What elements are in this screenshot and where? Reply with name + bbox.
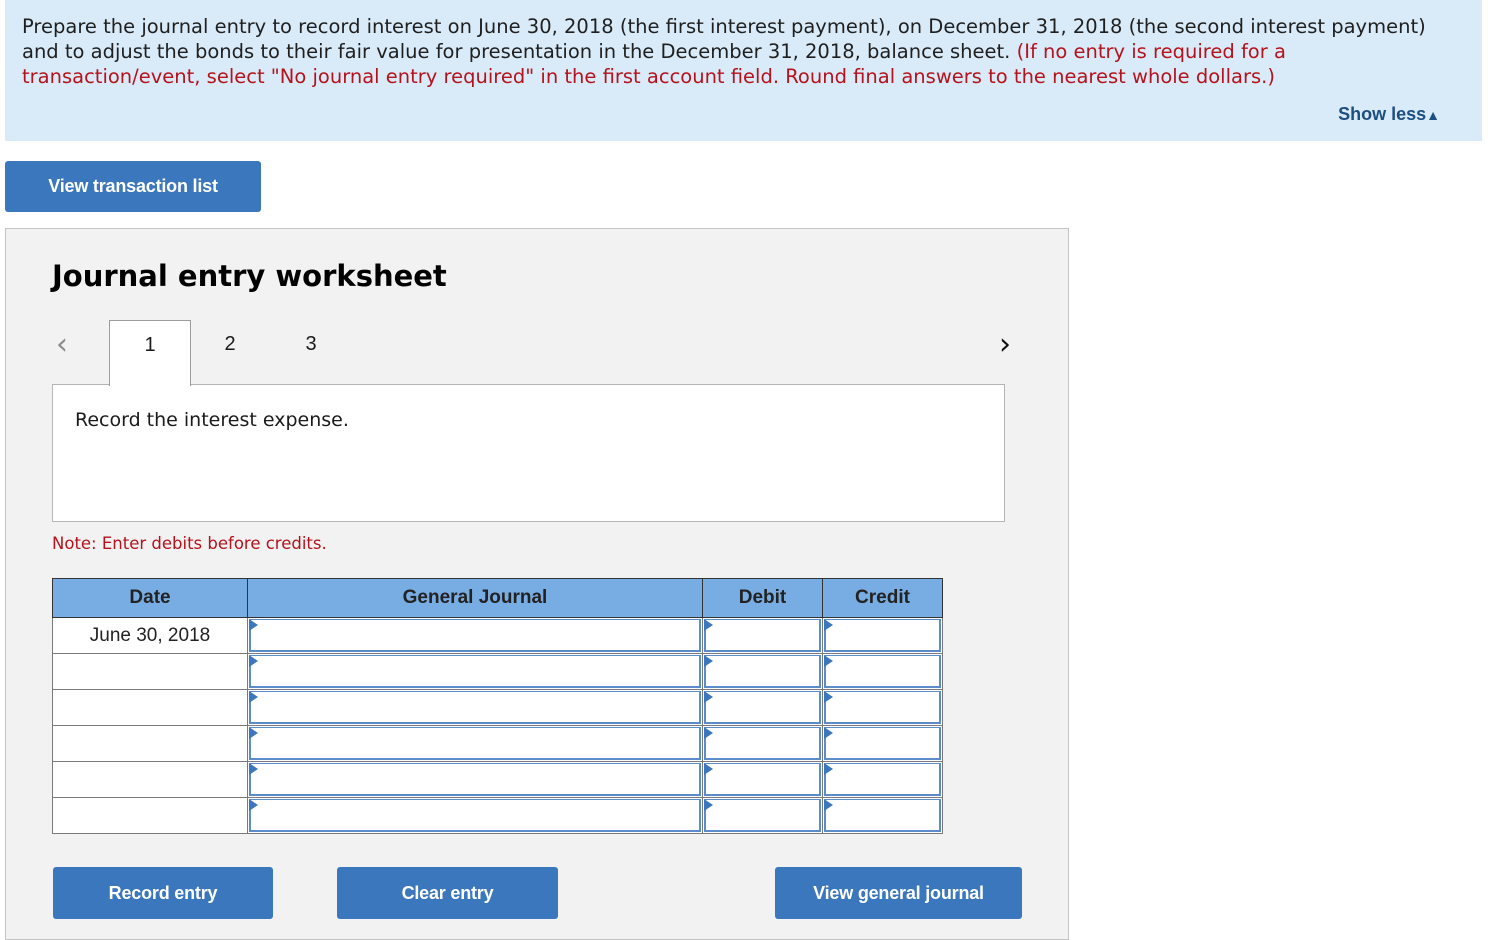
header-debit: Debit bbox=[702, 578, 823, 618]
debit-field[interactable] bbox=[704, 655, 821, 688]
date-cell bbox=[52, 725, 248, 762]
instruction-box: Record the interest expense. bbox=[52, 384, 1005, 522]
table-row bbox=[52, 725, 943, 762]
debit-field[interactable] bbox=[704, 763, 821, 796]
input-marker-icon bbox=[824, 799, 833, 811]
tab-2[interactable]: 2 bbox=[190, 320, 270, 384]
instruction-text: Record the interest expense. bbox=[75, 409, 349, 431]
account-field[interactable] bbox=[249, 619, 701, 652]
view-transaction-list-button[interactable]: View transaction list bbox=[5, 161, 261, 212]
debits-note: Note: Enter debits before credits. bbox=[52, 534, 327, 553]
date-cell bbox=[52, 689, 248, 726]
tab-1[interactable]: 1 bbox=[109, 320, 191, 386]
input-marker-icon bbox=[704, 655, 713, 667]
tab-3[interactable]: 3 bbox=[271, 320, 351, 384]
chevron-right-icon[interactable]: › bbox=[999, 327, 1011, 362]
input-marker-icon bbox=[704, 691, 713, 703]
input-marker-icon bbox=[824, 763, 833, 775]
dropdown-marker-icon bbox=[249, 763, 258, 775]
credit-field[interactable] bbox=[824, 799, 941, 832]
account-field[interactable] bbox=[249, 655, 701, 688]
debit-field[interactable] bbox=[704, 799, 821, 832]
dropdown-marker-icon bbox=[249, 799, 258, 811]
credit-field[interactable] bbox=[824, 655, 941, 688]
date-cell bbox=[52, 653, 248, 690]
header-credit: Credit bbox=[822, 578, 943, 618]
table-row bbox=[52, 689, 943, 726]
date-cell bbox=[52, 761, 248, 798]
input-marker-icon bbox=[704, 727, 713, 739]
table-row: June 30, 2018 bbox=[52, 617, 943, 654]
dropdown-marker-icon bbox=[249, 691, 258, 703]
account-field[interactable] bbox=[249, 799, 701, 832]
show-less-label: Show less bbox=[1338, 104, 1427, 124]
input-marker-icon bbox=[704, 799, 713, 811]
credit-field[interactable] bbox=[824, 763, 941, 796]
debit-field[interactable] bbox=[704, 727, 821, 760]
input-marker-icon bbox=[824, 655, 833, 667]
table-row bbox=[52, 797, 943, 834]
clear-entry-button[interactable]: Clear entry bbox=[337, 867, 558, 919]
triangle-up-icon: ▲ bbox=[1426, 107, 1440, 123]
header-general-journal: General Journal bbox=[247, 578, 703, 618]
account-field[interactable] bbox=[249, 691, 701, 724]
view-general-journal-button[interactable]: View general journal bbox=[775, 867, 1022, 919]
input-marker-icon bbox=[704, 763, 713, 775]
question-prompt: Prepare the journal entry to record inte… bbox=[5, 0, 1482, 141]
date-cell bbox=[52, 797, 248, 834]
input-marker-icon bbox=[824, 619, 833, 631]
chevron-left-icon[interactable]: ‹ bbox=[56, 327, 68, 362]
journal-table: Date General Journal Debit Credit June 3… bbox=[52, 578, 943, 834]
date-cell: June 30, 2018 bbox=[52, 617, 248, 654]
show-less-link[interactable]: Show less▲ bbox=[1338, 104, 1440, 125]
debit-field[interactable] bbox=[704, 691, 821, 724]
header-date: Date bbox=[52, 578, 248, 618]
table-row bbox=[52, 761, 943, 798]
record-entry-button[interactable]: Record entry bbox=[53, 867, 273, 919]
input-marker-icon bbox=[824, 691, 833, 703]
credit-field[interactable] bbox=[824, 727, 941, 760]
debit-field[interactable] bbox=[704, 619, 821, 652]
dropdown-marker-icon bbox=[249, 727, 258, 739]
dropdown-marker-icon bbox=[249, 619, 258, 631]
credit-field[interactable] bbox=[824, 619, 941, 652]
table-row bbox=[52, 653, 943, 690]
account-field[interactable] bbox=[249, 727, 701, 760]
input-marker-icon bbox=[824, 727, 833, 739]
account-field[interactable] bbox=[249, 763, 701, 796]
prompt-text: Prepare the journal entry to record inte… bbox=[22, 14, 1462, 89]
input-marker-icon bbox=[704, 619, 713, 631]
worksheet-title: Journal entry worksheet bbox=[52, 259, 447, 293]
table-header-row: Date General Journal Debit Credit bbox=[52, 578, 943, 618]
credit-field[interactable] bbox=[824, 691, 941, 724]
journal-entry-worksheet: Journal entry worksheet ‹ 1 2 3 › Record… bbox=[5, 228, 1069, 940]
dropdown-marker-icon bbox=[249, 655, 258, 667]
